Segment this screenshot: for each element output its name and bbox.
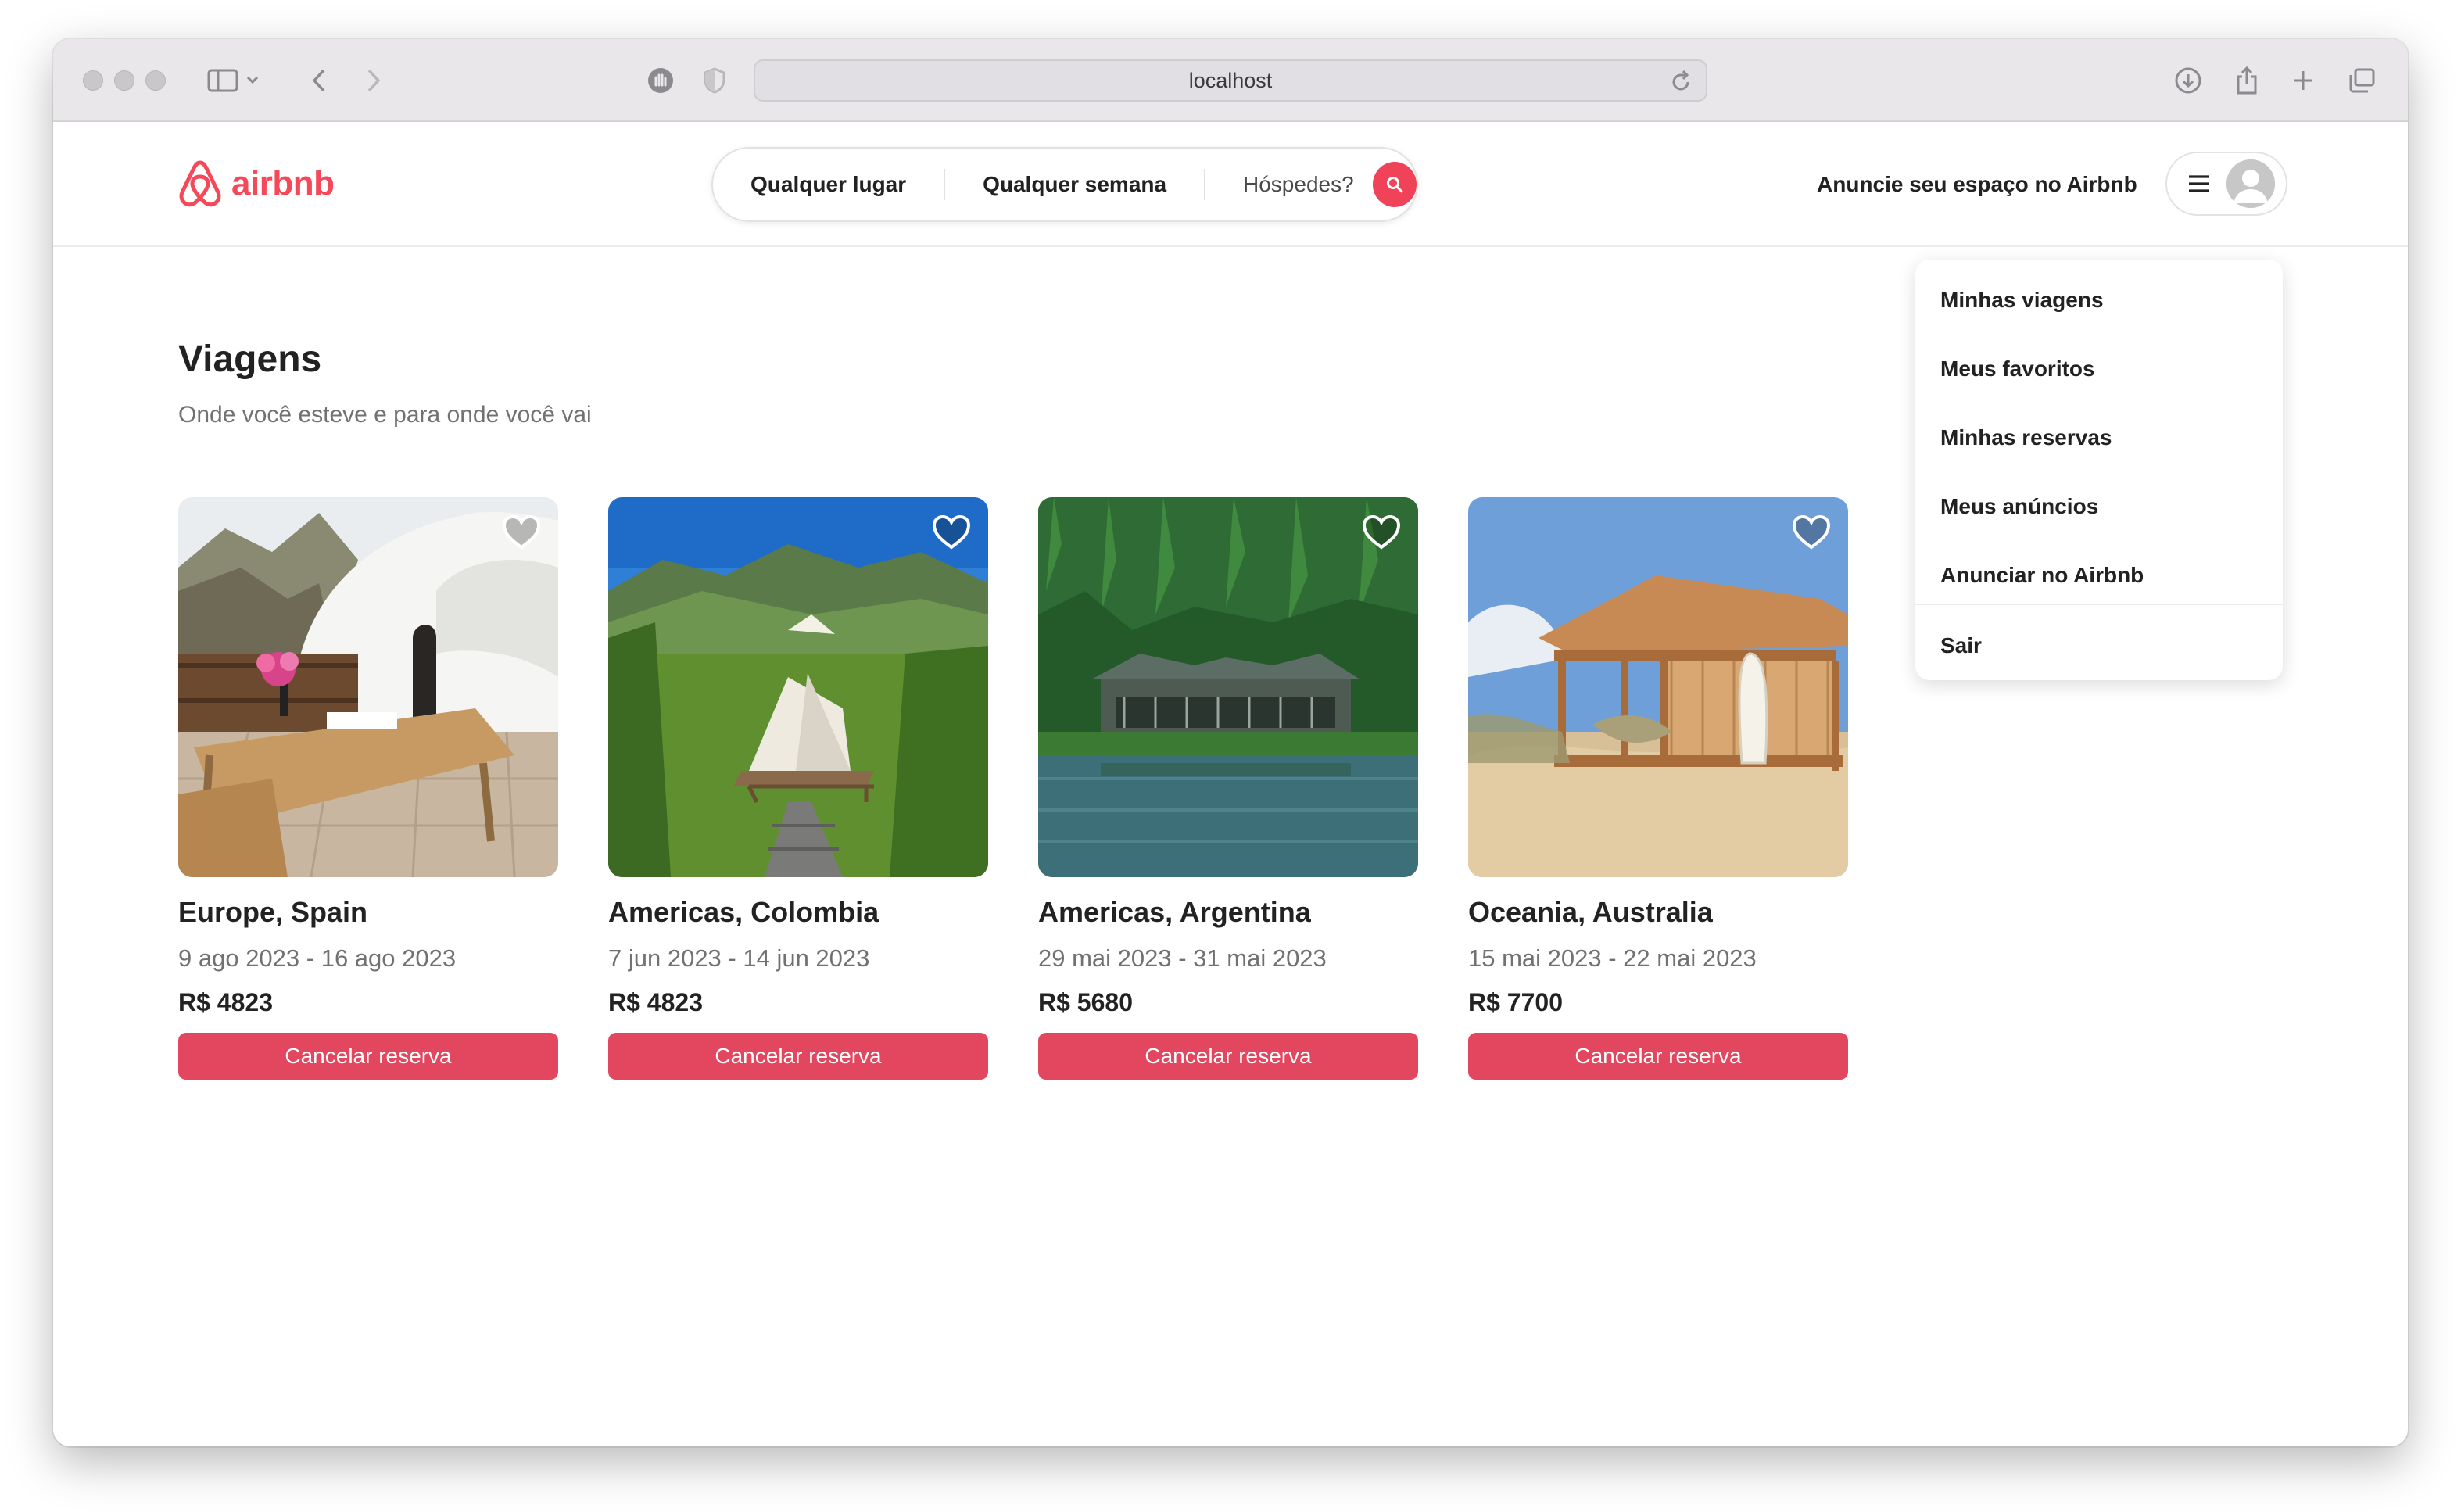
- browser-toolbar: localhost: [53, 39, 2408, 122]
- favorite-heart-icon[interactable]: [1792, 514, 1831, 554]
- trip-card[interactable]: Europe, Spain 9 ago 2023 - 16 ago 2023 R…: [178, 497, 558, 1080]
- trip-price: R$ 5680: [1038, 988, 1133, 1016]
- new-tab-icon[interactable]: [2287, 63, 2319, 99]
- trip-price: R$ 7700: [1468, 988, 1563, 1016]
- trip-card[interactable]: Oceania, Australia 15 mai 2023 - 22 mai …: [1468, 497, 1848, 1080]
- cancel-reservation-button[interactable]: Cancelar reserva: [1038, 1033, 1418, 1080]
- cancel-reservation-button[interactable]: Cancelar reserva: [178, 1033, 558, 1080]
- menu-item-my-listings[interactable]: Meus anúncios: [1940, 494, 2098, 519]
- trip-location: Americas, Argentina: [1038, 896, 1311, 928]
- hamburger-menu-icon: [2189, 175, 2209, 192]
- user-menu-button[interactable]: [2165, 152, 2287, 216]
- avatar: [2226, 159, 2275, 208]
- menu-item-logout[interactable]: Sair: [1940, 633, 1982, 658]
- favorite-heart-icon[interactable]: [932, 514, 971, 554]
- airbnb-logo-icon: [179, 160, 221, 207]
- menu-item-my-favorites[interactable]: Meus favoritos: [1940, 357, 2095, 382]
- search-any-week[interactable]: Qualquer semana: [945, 172, 1204, 197]
- listing-photo[interactable]: [608, 497, 988, 877]
- page-subtitle: Onde você esteve e para onde você vai: [178, 402, 592, 428]
- tab-overview-icon[interactable]: [2344, 63, 2380, 99]
- menu-item-host-on-airbnb[interactable]: Anunciar no Airbnb: [1940, 563, 2144, 588]
- browser-window: localhost airbnb Qualquer lugar Qualquer…: [53, 39, 2408, 1446]
- trip-card[interactable]: Americas, Argentina 29 mai 2023 - 31 mai…: [1038, 497, 1418, 1080]
- trips-list: Europe, Spain 9 ago 2023 - 16 ago 2023 R…: [178, 497, 1848, 1080]
- listing-photo[interactable]: [178, 497, 558, 877]
- top-navbar: airbnb Qualquer lugar Qualquer semana Hó…: [53, 122, 2408, 247]
- search-button[interactable]: [1372, 162, 1417, 207]
- user-dropdown-menu: Minhas viagens Meus favoritos Minhas res…: [1915, 260, 2283, 680]
- sidebar-toggle-icon[interactable]: [203, 63, 266, 99]
- cancel-reservation-button[interactable]: Cancelar reserva: [1468, 1033, 1848, 1080]
- trip-location: Americas, Colombia: [608, 896, 879, 928]
- page-content: airbnb Qualquer lugar Qualquer semana Hó…: [53, 122, 2408, 1446]
- menu-item-my-trips[interactable]: Minhas viagens: [1940, 288, 2104, 313]
- back-icon[interactable]: [303, 63, 335, 99]
- close-window-button[interactable]: [83, 70, 103, 91]
- trip-location: Europe, Spain: [178, 896, 368, 928]
- share-icon[interactable]: [2231, 63, 2262, 99]
- cancel-reservation-button[interactable]: Cancelar reserva: [608, 1033, 988, 1080]
- trip-dates: 9 ago 2023 - 16 ago 2023: [178, 944, 457, 972]
- privacy-hand-icon[interactable]: [643, 63, 679, 99]
- download-icon[interactable]: [2170, 63, 2206, 99]
- page-title: Viagens: [178, 339, 322, 380]
- logo-text: airbnb: [231, 164, 335, 202]
- forward-icon[interactable]: [358, 63, 389, 99]
- trip-price: R$ 4823: [608, 988, 703, 1016]
- url-text: localhost: [1188, 68, 1273, 92]
- trip-dates: 7 jun 2023 - 14 jun 2023: [608, 944, 870, 972]
- listing-photo[interactable]: [1468, 497, 1848, 877]
- favorite-heart-icon[interactable]: [1362, 514, 1401, 554]
- airbnb-logo[interactable]: airbnb: [177, 158, 335, 210]
- search-anywhere[interactable]: Qualquer lugar: [713, 172, 944, 197]
- search-icon: [1386, 177, 1403, 193]
- host-your-space-link[interactable]: Anuncie seu espaço no Airbnb: [1817, 172, 2137, 197]
- trip-dates: 15 mai 2023 - 22 mai 2023: [1468, 944, 1757, 972]
- trip-price: R$ 4823: [178, 988, 273, 1016]
- maximize-window-button[interactable]: [145, 70, 166, 91]
- search-bar[interactable]: Qualquer lugar Qualquer semana Hóspedes?: [711, 147, 1418, 222]
- minimize-window-button[interactable]: [114, 70, 134, 91]
- search-guests[interactable]: Hóspedes?: [1205, 172, 1373, 197]
- trip-dates: 29 mai 2023 - 31 mai 2023: [1038, 944, 1327, 972]
- favorite-heart-icon[interactable]: [502, 514, 541, 554]
- menu-item-my-reservations[interactable]: Minhas reservas: [1940, 425, 2112, 450]
- address-bar[interactable]: localhost: [754, 59, 1707, 102]
- trip-card[interactable]: Americas, Colombia 7 jun 2023 - 14 jun 2…: [608, 497, 988, 1080]
- reload-icon[interactable]: [1670, 70, 1692, 99]
- listing-photo[interactable]: [1038, 497, 1418, 877]
- trip-location: Oceania, Australia: [1468, 896, 1713, 928]
- shield-icon[interactable]: [699, 63, 730, 99]
- menu-divider: [1915, 604, 2283, 605]
